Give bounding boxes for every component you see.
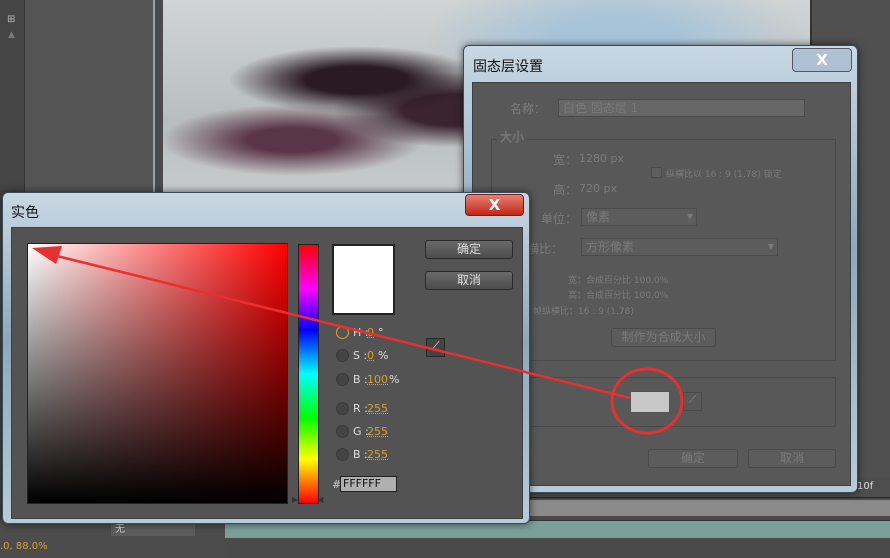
annotation-overlay	[32, 246, 684, 435]
annotation-circle	[610, 367, 684, 435]
annotation-arrow-line	[44, 251, 631, 400]
annotation-arrow-head	[32, 246, 62, 264]
